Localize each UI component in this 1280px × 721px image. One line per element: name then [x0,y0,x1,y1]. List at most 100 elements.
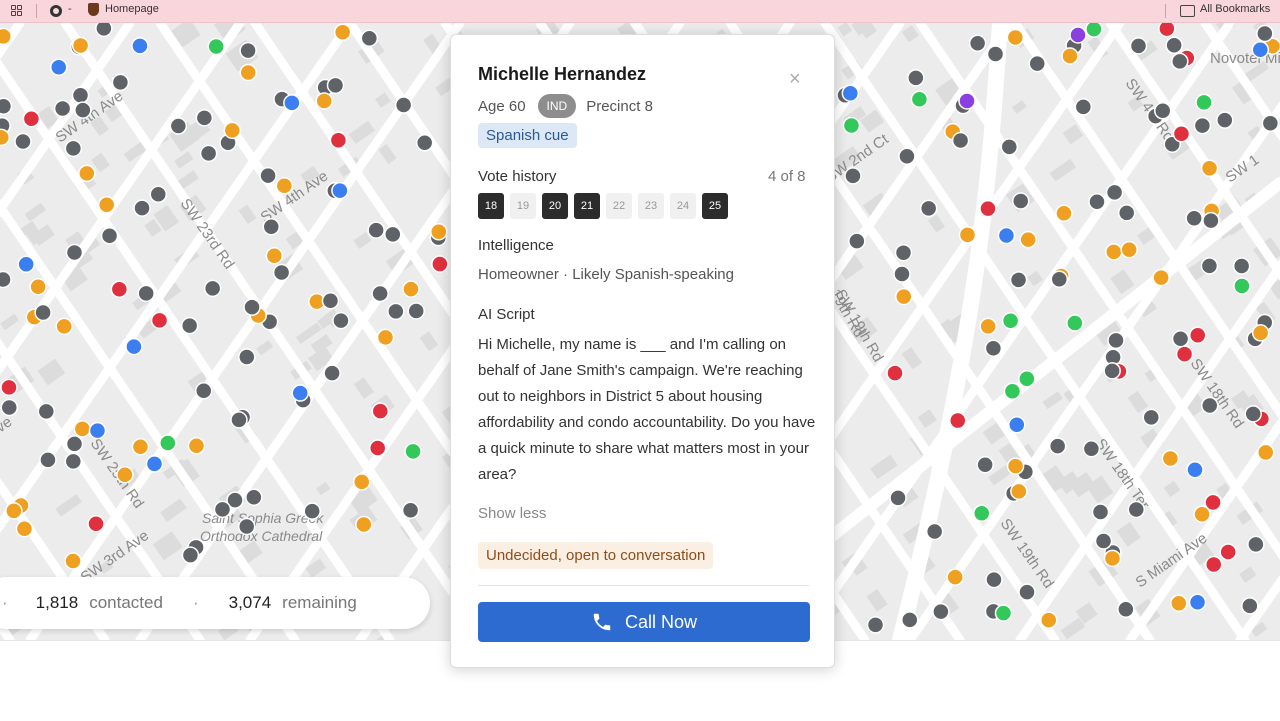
voter-marker[interactable] [333,23,352,41]
voter-marker[interactable] [199,144,218,163]
voter-marker[interactable] [110,280,129,299]
voter-marker[interactable] [371,284,389,303]
voter-marker[interactable] [1186,460,1204,479]
voter-marker[interactable] [1171,329,1190,348]
voter-marker[interactable] [149,185,168,204]
voter-marker[interactable] [1082,440,1101,458]
voter-marker[interactable] [1040,611,1058,629]
voter-marker[interactable] [979,317,997,336]
voter-marker[interactable] [17,255,35,274]
voter-marker[interactable] [1175,345,1194,363]
voter-marker[interactable] [213,500,232,519]
voter-marker[interactable] [894,243,913,262]
voter-marker[interactable] [1153,102,1172,120]
voter-marker[interactable] [1050,270,1069,289]
voter-marker[interactable] [194,381,213,400]
voter-marker[interactable] [315,92,333,110]
voter-marker[interactable] [848,232,866,250]
voter-marker[interactable] [893,265,911,283]
voter-marker[interactable] [1103,549,1122,568]
voter-marker[interactable] [898,147,916,166]
voter-marker[interactable] [303,502,321,520]
voter-marker[interactable] [1120,240,1138,259]
all-bookmarks-link[interactable]: All Bookmarks [1200,3,1270,15]
voter-marker[interactable] [291,384,309,402]
voter-marker[interactable] [230,411,248,429]
voter-marker[interactable] [949,411,967,430]
voter-marker[interactable] [131,437,150,456]
voter-marker[interactable] [15,520,34,538]
voter-marker[interactable] [402,280,420,298]
voter-marker[interactable] [384,225,402,244]
voter-marker[interactable] [100,227,119,245]
voter-marker[interactable] [22,109,41,128]
voter-marker[interactable] [73,420,92,438]
voter-marker[interactable] [0,270,12,289]
voter-marker[interactable] [1200,257,1219,275]
voter-marker[interactable] [1018,583,1036,601]
voter-marker[interactable] [87,514,105,533]
voter-marker[interactable] [53,99,72,118]
voter-marker[interactable] [88,421,107,440]
voter-marker[interactable] [1000,138,1019,156]
voter-marker[interactable] [65,243,84,262]
voter-marker[interactable] [239,63,257,82]
voter-marker[interactable] [169,117,188,135]
voter-marker[interactable] [901,611,919,629]
voter-marker[interactable] [844,167,862,185]
voter-marker[interactable] [1088,192,1106,211]
voter-marker[interactable] [407,302,425,320]
voter-marker[interactable] [1011,192,1030,210]
voter-marker[interactable] [1200,396,1219,415]
voter-marker[interactable] [1233,277,1251,295]
voter-marker[interactable] [979,199,997,218]
voter-marker[interactable] [1107,331,1125,350]
voter-marker[interactable] [1232,257,1251,275]
voter-marker[interactable] [1251,40,1270,59]
voter-marker[interactable] [1172,125,1191,143]
voter-marker[interactable] [207,37,225,56]
voter-marker[interactable] [65,435,84,453]
voter-marker[interactable] [1171,52,1189,71]
voter-marker[interactable] [1085,23,1103,38]
voter-marker[interactable] [1158,23,1176,38]
voter-marker[interactable] [1152,268,1170,287]
voter-marker[interactable] [223,121,242,140]
voter-marker[interactable] [1006,457,1025,475]
voter-marker[interactable] [1204,493,1222,512]
voter-marker[interactable] [368,439,387,457]
voter-marker[interactable] [0,27,13,46]
voter-marker[interactable] [203,279,222,298]
voter-marker[interactable] [97,196,116,214]
voter-marker[interactable] [1161,449,1180,468]
voter-marker[interactable] [367,221,385,239]
voter-marker[interactable] [842,116,861,135]
voter-marker[interactable] [1165,36,1183,55]
voter-marker[interactable] [37,402,56,421]
voter-marker[interactable] [1094,532,1113,550]
voter-marker[interactable] [326,76,345,95]
homepage-favicon-icon[interactable] [88,3,99,16]
voter-marker[interactable] [243,298,261,316]
voter-marker[interactable] [1003,382,1022,400]
voter-marker[interactable] [925,522,944,541]
voter-marker[interactable] [239,41,257,60]
voter-marker[interactable] [371,402,390,420]
voter-marker[interactable] [1074,98,1093,116]
voter-marker[interactable] [910,90,929,108]
voter-marker[interactable] [355,515,373,534]
voter-marker[interactable] [404,442,422,461]
voter-marker[interactable] [1105,243,1123,261]
voter-marker[interactable] [1244,405,1262,423]
voter-marker[interactable] [145,455,164,473]
voter-marker[interactable] [78,164,96,183]
voter-marker[interactable] [265,246,284,265]
voter-marker[interactable] [984,339,1003,357]
voter-marker[interactable] [968,34,987,53]
voter-marker[interactable] [137,284,155,303]
voter-marker[interactable] [187,437,206,455]
voter-marker[interactable] [195,109,214,127]
voter-marker[interactable] [95,23,113,38]
chrome-icon[interactable] [50,5,62,17]
voter-marker[interactable] [14,132,32,151]
